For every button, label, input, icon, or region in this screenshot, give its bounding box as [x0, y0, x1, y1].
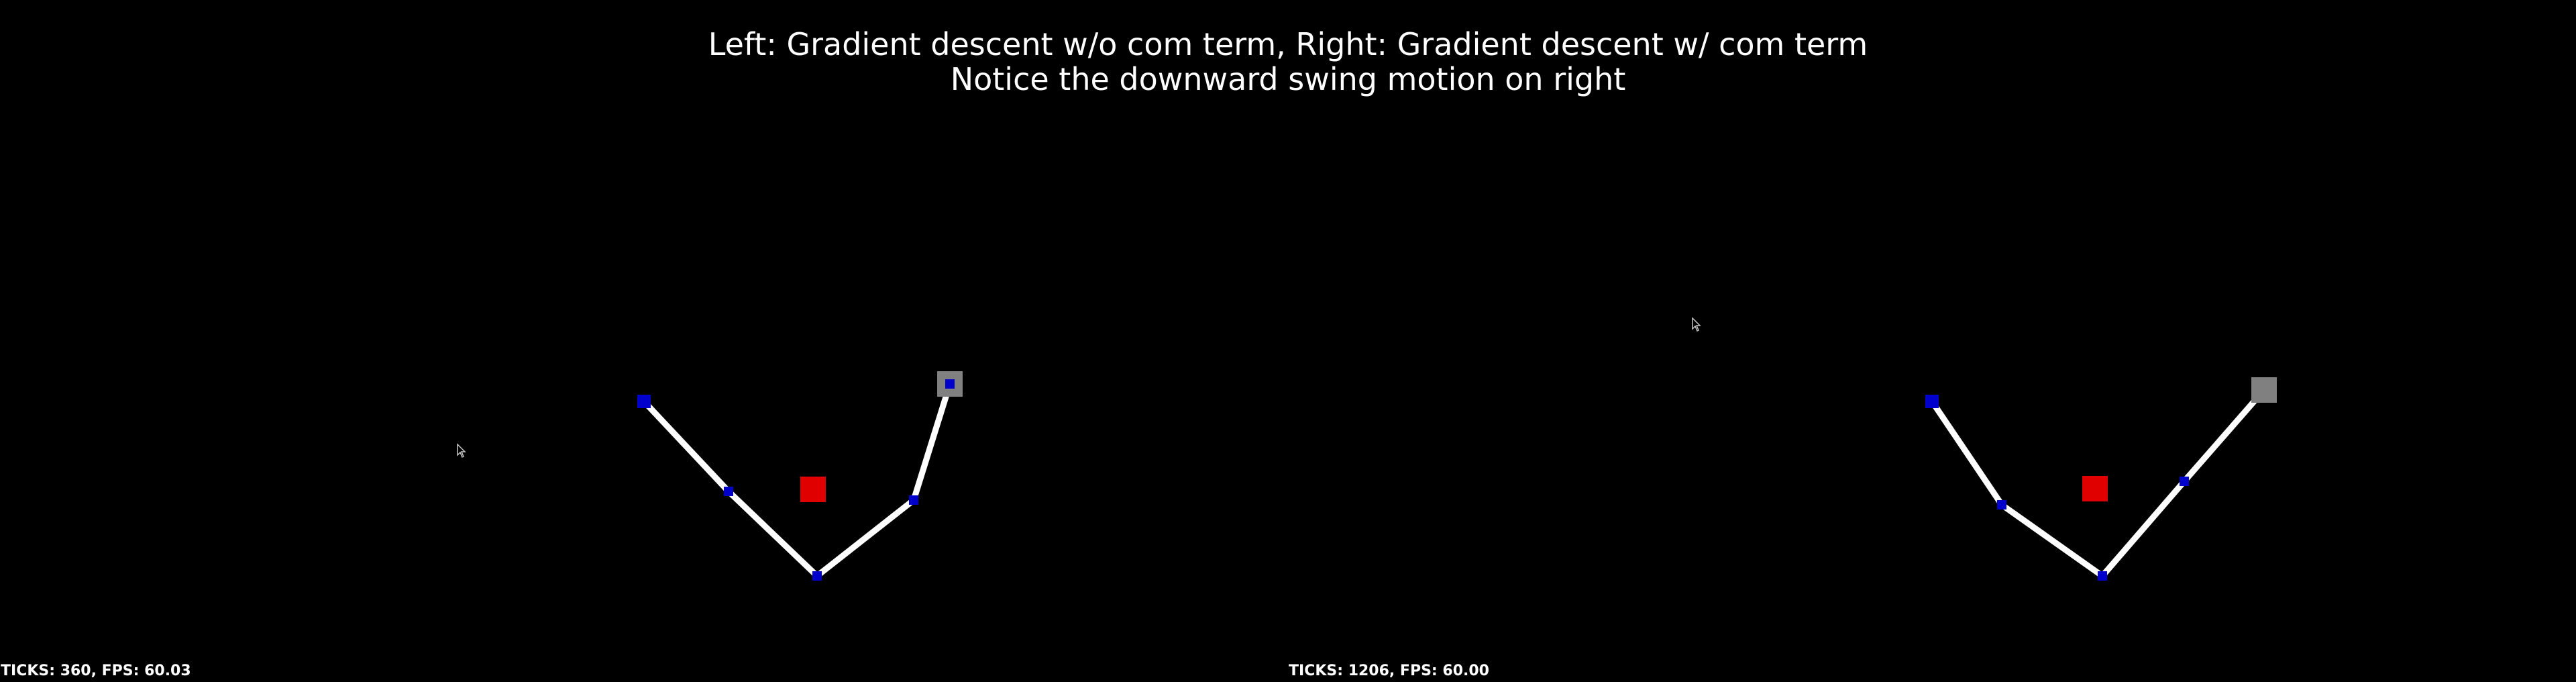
- mouse-cursor-icon: [1692, 317, 1701, 332]
- right-simulation-panel: [1692, 317, 2277, 581]
- right-arm-joint: [1997, 500, 2006, 509]
- mouse-cursor-icon: [457, 443, 466, 458]
- right-target-marker: [2251, 377, 2277, 403]
- right-arm-joint: [2098, 571, 2107, 581]
- right-ticks-fps-status: TICKS: 1206, FPS: 60.00: [1289, 663, 1489, 679]
- right-arm-joint: [2180, 477, 2189, 486]
- left-center-of-mass-marker: [800, 477, 826, 502]
- left-ticks-fps-status: TICKS: 360, FPS: 60.03: [1, 663, 191, 679]
- left-arm: [637, 371, 963, 581]
- left-arm-end-effector: [945, 379, 955, 389]
- right-center-of-mass-marker: [2082, 476, 2108, 501]
- left-arm-links: [641, 381, 953, 579]
- right-arm: [1925, 377, 2277, 581]
- left-arm-joint: [724, 487, 733, 496]
- simulation-canvas: [457, 317, 2277, 581]
- right-arm-base-joint: [1925, 395, 1939, 408]
- left-simulation-panel: [457, 371, 963, 581]
- left-arm-base-joint: [637, 395, 651, 408]
- left-arm-joint: [812, 571, 822, 581]
- left-arm-joint: [909, 495, 918, 505]
